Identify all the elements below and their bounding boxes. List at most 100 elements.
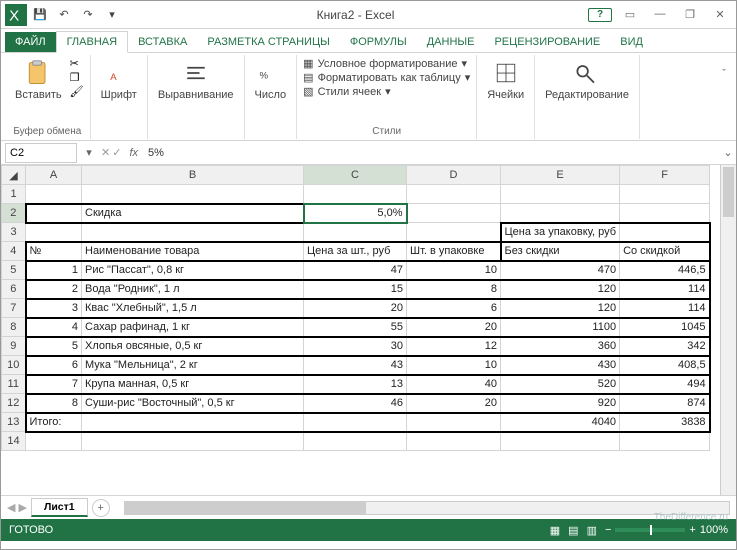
cell[interactable]: 6 [407, 299, 501, 318]
tab-insert[interactable]: ВСТАВКА [128, 32, 197, 52]
cell[interactable]: 494 [620, 375, 710, 394]
cell[interactable]: Хлопья овсяные, 0,5 кг [82, 337, 304, 356]
view-pagebreak-icon[interactable]: ▥ [587, 524, 597, 537]
tab-home[interactable]: ГЛАВНАЯ [56, 31, 128, 53]
col-header-E[interactable]: E [501, 166, 620, 185]
number-button[interactable]: %Число [251, 57, 291, 103]
minimize-icon[interactable]: — [648, 8, 672, 22]
sheet-nav[interactable]: ◀ ▶ [7, 501, 27, 514]
cell[interactable]: Квас "Хлебный", 1,5 л [82, 299, 304, 318]
cell[interactable]: № [26, 242, 82, 261]
cell[interactable]: 20 [407, 394, 501, 413]
spreadsheet-grid[interactable]: ◢ A B C D E F 1 2Скидка5,0% 3Цена за упа… [1, 165, 736, 495]
row-header[interactable]: 6 [2, 280, 26, 299]
cell[interactable]: 10 [407, 356, 501, 375]
cell[interactable]: 10 [407, 261, 501, 280]
cell[interactable]: 520 [501, 375, 620, 394]
font-button[interactable]: AШрифт [97, 57, 141, 103]
cell[interactable]: 13 [304, 375, 407, 394]
align-button[interactable]: Выравнивание [154, 57, 238, 103]
copy-icon[interactable]: ❐ [70, 71, 84, 84]
cell[interactable]: 360 [501, 337, 620, 356]
tab-data[interactable]: ДАННЫЕ [417, 32, 485, 52]
cell[interactable]: Цена за шт., руб [304, 242, 407, 261]
cell[interactable]: 55 [304, 318, 407, 337]
row-header[interactable]: 3 [2, 223, 26, 242]
cell[interactable]: 5 [26, 337, 82, 356]
view-pagelayout-icon[interactable]: ▤ [568, 524, 578, 537]
cell[interactable]: 30 [304, 337, 407, 356]
format-as-table-button[interactable]: ▤Форматировать как таблицу ▾ [303, 71, 470, 84]
expand-formula-icon[interactable]: ⌄ [720, 146, 736, 159]
name-box[interactable]: C2 [5, 143, 77, 163]
cell[interactable]: Наименование товара [82, 242, 304, 261]
cell[interactable]: 430 [501, 356, 620, 375]
cell[interactable]: Итого: [26, 413, 82, 432]
col-header-C[interactable]: C [304, 166, 407, 185]
zoom-slider[interactable] [615, 528, 685, 532]
collapse-ribbon-icon[interactable]: ˬ [716, 55, 732, 138]
cell[interactable]: 40 [407, 375, 501, 394]
cell[interactable]: 920 [501, 394, 620, 413]
col-header-F[interactable]: F [620, 166, 710, 185]
cond-format-button[interactable]: ▦Условное форматирование ▾ [303, 57, 470, 70]
col-header-D[interactable]: D [407, 166, 501, 185]
row-header[interactable]: 1 [2, 185, 26, 204]
cell[interactable]: 2 [26, 280, 82, 299]
namebox-dropdown-icon[interactable]: ▾ [81, 146, 97, 159]
cell[interactable]: Сахар рафинад, 1 кг [82, 318, 304, 337]
row-header[interactable]: 2 [2, 204, 26, 223]
cell[interactable]: 1 [26, 261, 82, 280]
cells-button[interactable]: Ячейки [483, 57, 528, 103]
cell[interactable]: 874 [620, 394, 710, 413]
cell[interactable]: 8 [407, 280, 501, 299]
cell[interactable]: 408,5 [620, 356, 710, 375]
cancel-icon[interactable]: ✕ [101, 146, 110, 159]
undo-icon[interactable]: ↶ [53, 4, 75, 26]
ribbon-opts-icon[interactable]: ▭ [618, 8, 642, 22]
redo-icon[interactable]: ↷ [77, 4, 99, 26]
cell[interactable]: 1100 [501, 318, 620, 337]
cell[interactable]: 3838 [620, 413, 710, 432]
cell[interactable]: 8 [26, 394, 82, 413]
view-normal-icon[interactable]: ▦ [550, 524, 560, 537]
cell[interactable]: 47 [304, 261, 407, 280]
cell[interactable]: 1045 [620, 318, 710, 337]
cell[interactable]: 12 [407, 337, 501, 356]
cell[interactable]: 120 [501, 299, 620, 318]
cell[interactable]: Цена за упаковку, руб [501, 223, 620, 242]
row-header[interactable]: 10 [2, 356, 26, 375]
select-all-button[interactable]: ◢ [2, 166, 26, 185]
cell[interactable]: Скидка [82, 204, 304, 223]
row-header[interactable]: 5 [2, 261, 26, 280]
enter-icon[interactable]: ✓ [112, 146, 121, 159]
zoom-out-icon[interactable]: − [605, 524, 611, 536]
cell-styles-button[interactable]: ▧Стили ячеек ▾ [303, 85, 470, 98]
cell[interactable]: 342 [620, 337, 710, 356]
maximize-icon[interactable]: ❐ [678, 8, 702, 22]
qat-dropdown-icon[interactable]: ▾ [101, 4, 123, 26]
cell[interactable]: Рис "Пассат", 0,8 кг [82, 261, 304, 280]
row-header[interactable]: 7 [2, 299, 26, 318]
cell[interactable]: Вода "Родник", 1 л [82, 280, 304, 299]
row-header[interactable]: 11 [2, 375, 26, 394]
row-header[interactable]: 14 [2, 432, 26, 451]
cell[interactable]: 7 [26, 375, 82, 394]
cut-icon[interactable]: ✂ [70, 57, 84, 70]
cell[interactable]: 470 [501, 261, 620, 280]
row-header[interactable]: 12 [2, 394, 26, 413]
row-header[interactable]: 8 [2, 318, 26, 337]
col-header-A[interactable]: A [26, 166, 82, 185]
col-header-B[interactable]: B [82, 166, 304, 185]
save-icon[interactable]: 💾 [29, 4, 51, 26]
vertical-scrollbar[interactable] [720, 165, 736, 495]
tab-view[interactable]: ВИД [610, 32, 653, 52]
cell[interactable]: 446,5 [620, 261, 710, 280]
cell[interactable]: Крупа манная, 0,5 кг [82, 375, 304, 394]
cell[interactable]: Суши-рис "Восточный", 0,5 кг [82, 394, 304, 413]
tab-review[interactable]: РЕЦЕНЗИРОВАНИЕ [484, 32, 610, 52]
cell[interactable]: Мука "Мельница", 2 кг [82, 356, 304, 375]
row-header[interactable]: 9 [2, 337, 26, 356]
cell[interactable]: 43 [304, 356, 407, 375]
horizontal-scrollbar[interactable] [124, 501, 730, 515]
